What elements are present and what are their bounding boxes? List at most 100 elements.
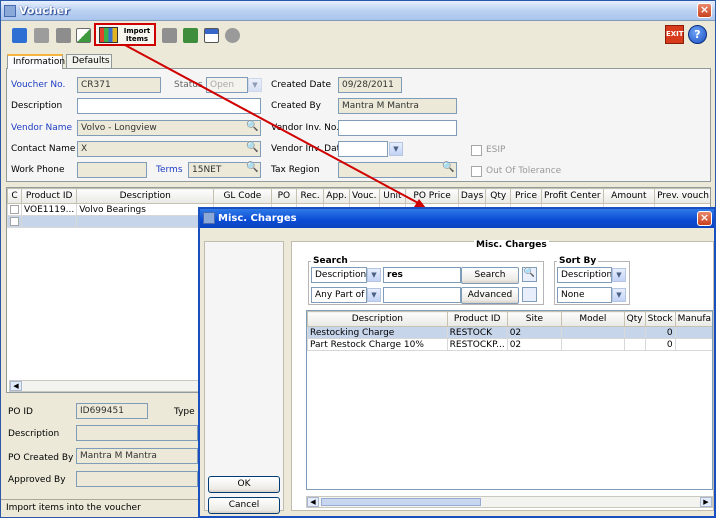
col-header[interactable]: Qty	[485, 188, 512, 204]
col-header[interactable]: Rec.	[296, 188, 325, 204]
edit-icon	[76, 28, 91, 43]
col-header[interactable]: Stock	[644, 311, 676, 327]
vendor-inv-no-input[interactable]	[338, 120, 457, 136]
status-select[interactable]: Open	[206, 77, 248, 93]
save-button[interactable]	[9, 25, 29, 45]
po-description-label: Description	[8, 429, 60, 439]
col-header[interactable]: App.	[323, 188, 351, 204]
col-header[interactable]: Unit	[378, 188, 407, 204]
match-mode-dropdown-icon[interactable]: ▼	[367, 288, 381, 302]
col-header[interactable]: Product ID	[20, 188, 78, 204]
col-header[interactable]: Prev. vouch	[654, 188, 710, 204]
col-header[interactable]: C	[7, 188, 22, 204]
advanced-button[interactable]: Advanced	[461, 287, 519, 304]
col-header[interactable]: Description	[307, 311, 448, 327]
col-header[interactable]: Days	[457, 188, 487, 204]
sort-field-select[interactable]: Description	[557, 267, 612, 283]
vendor-inv-date-dropdown-icon[interactable]: ▼	[389, 142, 403, 156]
dialog-close-button[interactable]: ×	[697, 211, 712, 226]
out-of-tolerance-checkbox[interactable]	[471, 166, 482, 177]
description-label: Description	[11, 101, 63, 111]
scroll-thumb[interactable]	[321, 498, 481, 506]
status-dropdown-icon: ▼	[248, 78, 262, 92]
charges-horizontal-scrollbar[interactable]: ◀ ▶	[306, 496, 713, 508]
dialog-title-bar: Misc. Charges ×	[200, 209, 714, 228]
contact-name-field[interactable]: X	[77, 141, 261, 157]
work-phone-field	[77, 162, 147, 178]
row-checkbox[interactable]	[7, 215, 22, 228]
tab-information[interactable]: Information	[7, 54, 65, 69]
out-of-tolerance-label: Out Of Tolerance	[486, 166, 562, 176]
calculator-button[interactable]	[180, 25, 200, 45]
search-field-select[interactable]: Description	[311, 267, 367, 283]
row-checkbox[interactable]	[7, 203, 22, 216]
charges-table-area: Description Product ID Site Model Qty St…	[306, 310, 713, 490]
edit-button[interactable]	[73, 25, 93, 45]
vendor-inv-date-input[interactable]	[338, 141, 388, 157]
cell-site: 02	[506, 326, 563, 339]
report-button[interactable]	[201, 25, 221, 45]
ok-button[interactable]: OK	[208, 476, 280, 493]
sort-field-dropdown-icon[interactable]: ▼	[612, 268, 626, 282]
vendor-lookup-icon[interactable]: 🔍	[246, 121, 258, 132]
table-row[interactable]: Restocking Charge RESTOCK 02 0	[307, 326, 712, 339]
advanced-search-icon[interactable]	[522, 287, 537, 302]
import-items-button[interactable]: Import Items	[94, 23, 156, 46]
col-header[interactable]: Vouc.	[349, 188, 380, 204]
scroll-left-icon[interactable]: ◀	[307, 497, 319, 507]
terms-lookup-icon[interactable]: 🔍	[246, 162, 258, 173]
information-panel: Voucher No. CR371 Status Open ▼ Created …	[6, 68, 711, 182]
voucher-no-field: CR371	[77, 77, 161, 93]
work-phone-label: Work Phone	[11, 165, 65, 175]
close-window-button[interactable]: ×	[697, 3, 712, 18]
col-header[interactable]: Profit Center	[540, 188, 604, 204]
items-horizontal-scrollbar[interactable]: ◀	[9, 380, 199, 392]
vendor-name-label: Vendor Name	[11, 123, 73, 133]
vendor-name-field[interactable]: Volvo - Longview	[77, 120, 261, 136]
app-icon	[4, 5, 16, 17]
vendor-inv-no-label: Vendor Inv. No.	[271, 123, 340, 133]
esip-checkbox[interactable]	[471, 145, 482, 156]
misc-charges-panel: Misc. Charges Search Description ▼ res S…	[291, 240, 714, 511]
contact-lookup-icon[interactable]: 🔍	[246, 142, 258, 153]
col-header[interactable]: PO	[270, 188, 298, 204]
col-header[interactable]: Qty	[623, 311, 646, 327]
col-header[interactable]: Price	[510, 188, 542, 204]
copy-button[interactable]	[53, 25, 73, 45]
search-group-label: Search	[311, 256, 350, 266]
dialog-app-icon	[203, 212, 215, 224]
sort-order-dropdown-icon[interactable]: ▼	[612, 288, 626, 302]
search-button[interactable]: Search	[461, 267, 519, 284]
created-date-label: Created Date	[271, 80, 331, 90]
col-header[interactable]: GL Code	[213, 188, 272, 204]
table-row[interactable]: Part Restock Charge 10% RESTOCKP... 02 0	[307, 338, 712, 351]
col-header[interactable]: PO Price	[405, 188, 459, 204]
status-text: Import items into the voucher	[6, 503, 141, 513]
tax-region-lookup-icon[interactable]: 🔍	[442, 162, 454, 173]
col-header[interactable]: Site	[506, 311, 563, 327]
sort-group: Sort By Description ▼ None ▼	[554, 256, 630, 305]
col-header[interactable]: Description	[76, 188, 215, 204]
tab-defaults[interactable]: Defaults	[66, 54, 112, 68]
scroll-left-icon[interactable]: ◀	[10, 381, 22, 391]
delete-button[interactable]	[31, 25, 51, 45]
sort-order-select[interactable]: None	[557, 287, 612, 303]
description-input[interactable]	[77, 98, 261, 114]
col-header[interactable]: Model	[561, 311, 625, 327]
save-icon	[12, 28, 27, 43]
col-header[interactable]: Product ID	[446, 311, 508, 327]
search-field-dropdown-icon[interactable]: ▼	[367, 268, 381, 282]
col-header[interactable]: Amount	[602, 188, 656, 204]
search-input[interactable]: res	[383, 267, 461, 283]
tax-region-field[interactable]	[338, 162, 457, 178]
cancel-button[interactable]: Cancel	[208, 497, 280, 514]
search-aux-field[interactable]	[383, 287, 461, 303]
link-button[interactable]	[222, 25, 242, 45]
exit-button[interactable]: EXIT	[665, 25, 684, 44]
tool-button-1[interactable]	[159, 25, 179, 45]
scroll-right-icon[interactable]: ▶	[700, 497, 712, 507]
help-button[interactable]: ?	[688, 25, 707, 44]
col-header[interactable]: Manufa	[674, 311, 712, 327]
match-mode-select[interactable]: Any Part of ...	[311, 287, 367, 303]
search-magnifier-icon[interactable]: 🔍	[522, 267, 537, 282]
